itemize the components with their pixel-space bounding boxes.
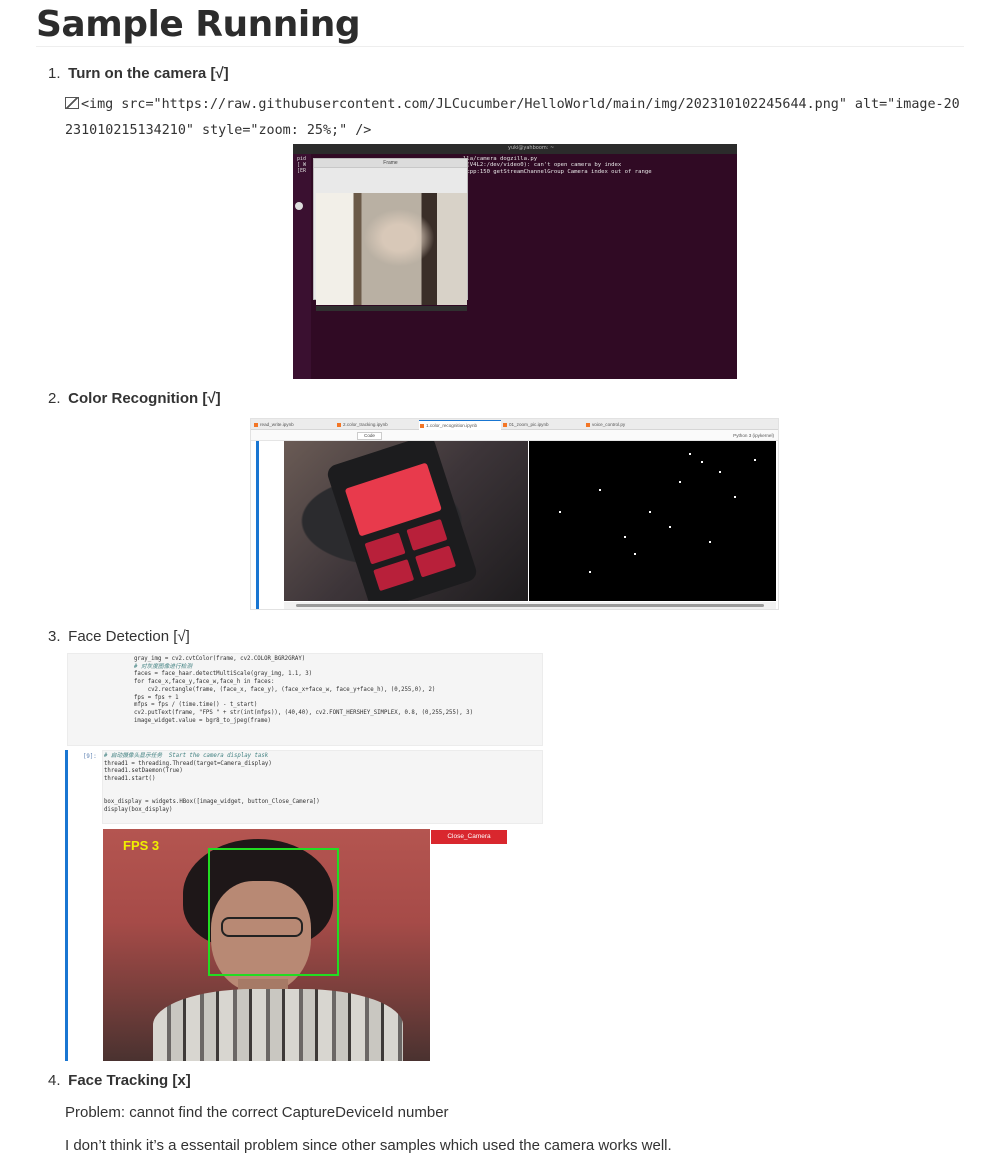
tab-voice-control: voice_control.py — [585, 420, 667, 430]
terminal-left-strip: pid [ W [ER — [293, 154, 311, 379]
terminal-titlebar: yuki@yahboom: ~ — [293, 144, 737, 154]
item-number: 3. — [48, 628, 61, 645]
notebook-toolbar: Code Python 3 (ipykernel) — [251, 430, 778, 441]
item-number: 2. — [48, 390, 61, 407]
left-line-1: pid — [297, 156, 307, 162]
code-line: # 启动摄像头显示任务 Start the camera display tas… — [104, 753, 269, 759]
mask-pixel — [719, 471, 721, 473]
phone-tile — [406, 518, 448, 551]
item-heading: Face Detection — [68, 628, 170, 645]
phone-tile — [373, 559, 415, 592]
code-cell-2: # 启动摄像头显示任务 Start the camera display tas… — [102, 750, 543, 824]
tab-color-recognition: 1.color_recognition.ipynb — [419, 420, 501, 430]
item-number: 4. — [48, 1072, 61, 1089]
camera-frame-window: Frame — [313, 158, 468, 311]
mask-pixel — [701, 461, 703, 463]
title-divider — [36, 46, 964, 47]
terminal-title: yuki@yahboom: ~ — [508, 145, 555, 151]
broken-image-text: <img src="https://raw.githubusercontent.… — [65, 97, 960, 138]
mask-pixel — [559, 511, 561, 513]
list-item-2: 2. Color Recognition [√] — [48, 390, 221, 407]
left-line-3: [ER — [297, 168, 307, 175]
face-detection-box — [208, 848, 339, 976]
broken-image-icon — [65, 97, 79, 109]
terminal-line-2: 0(V4L2:/dev/video0): can't open camera b… — [463, 162, 622, 169]
camera-status-bar — [316, 306, 467, 311]
shirt-shape — [153, 989, 403, 1061]
item-heading: Turn on the camera — [68, 65, 207, 82]
notebook-tabs: read_write.ipynb 2.color_tracking.ipynb … — [251, 419, 778, 430]
explanation-paragraph: I don’t think it’s a essentail problem s… — [65, 1137, 672, 1154]
item-number: 1. — [48, 65, 61, 82]
mask-pixel — [589, 571, 591, 573]
phone-shape — [325, 441, 479, 601]
cell-prompt: [9]: — [83, 754, 97, 760]
code-line: for face_x,face_y,face_w,face_h in faces… — [134, 679, 275, 686]
mask-pixel — [679, 481, 681, 483]
terminal-output: lla/camera dogzilla.py 0(V4L2:/dev/video… — [463, 156, 652, 175]
face-camera-image: FPS 3 — [103, 829, 430, 1061]
code-line: image_widget.value = bgr8_to_jpeg(frame) — [134, 717, 271, 724]
terminal-screenshot: yuki@yahboom: ~ pid [ W [ER lla/camera d… — [293, 144, 737, 379]
binary-mask-image — [529, 441, 776, 601]
mask-pixel — [634, 553, 636, 555]
code-line: thread1.start() — [104, 776, 156, 783]
active-cell-bar — [256, 441, 259, 609]
tab-color-tracking: 2.color_tracking.ipynb — [336, 420, 418, 430]
list-item-1: 1. Turn on the camera [√] — [48, 65, 229, 82]
mask-pixel — [709, 541, 711, 543]
close-camera-button[interactable]: Close_Camera — [431, 830, 507, 844]
list-item-3: 3. Face Detection [√] — [48, 628, 190, 645]
item-status: [√] — [202, 390, 221, 407]
terminal-line-1: lla/camera dogzilla.py — [463, 156, 538, 162]
camera-window-title: Frame — [314, 159, 467, 168]
phone-tile — [364, 532, 406, 565]
list-item-4: 4. Face Tracking [x] — [48, 1072, 191, 1089]
code-line: mfps = fps / (time.time() - t_start) — [134, 702, 258, 709]
item-status: [√] — [173, 628, 190, 645]
mask-pixel — [689, 453, 691, 455]
face-detection-screenshot: gray_img = cv2.cvtColor(frame, cv2.COLOR… — [65, 653, 544, 1061]
code-line: # 对灰度图像进行检测 — [134, 663, 193, 670]
item-heading: Color Recognition — [68, 390, 199, 407]
scrollbar-thumb — [296, 604, 764, 607]
code-line: thread1.setDaemon(True) — [104, 768, 183, 775]
active-cell-bar — [65, 750, 68, 1061]
camera-image-phone — [284, 441, 528, 601]
code-line: cv2.rectangle(frame, (face_x, face_y), (… — [134, 686, 436, 693]
camera-feed-image — [316, 193, 467, 305]
broken-image-markup: <img src="https://raw.githubusercontent.… — [65, 92, 965, 144]
left-line-2: [ W — [297, 162, 307, 169]
cell-type-select: Code — [357, 432, 382, 440]
mask-pixel — [734, 496, 736, 498]
item-status: [√] — [210, 65, 229, 82]
code-line: gray_img = cv2.cvtColor(frame, cv2.COLOR… — [134, 656, 306, 662]
code-line: box_display = widgets.HBox([image_widget… — [104, 799, 320, 806]
fps-label: FPS 3 — [123, 838, 160, 853]
code-line: cv2.putText(frame, "FPS " + str(int(mfps… — [134, 709, 473, 716]
item-heading: Face Tracking — [68, 1072, 169, 1089]
code-line: thread1 = threading.Thread(target=Camera… — [104, 760, 272, 767]
mask-pixel — [669, 526, 671, 528]
terminal-line-3: .cpp:150 getStreamChannelGroup Camera in… — [463, 168, 652, 175]
code-line: display(box_display) — [104, 806, 173, 813]
tab-read-write: read_write.ipynb — [253, 420, 335, 430]
color-recognition-screenshot: read_write.ipynb 2.color_tracking.ipynb … — [250, 418, 779, 610]
mask-pixel — [624, 536, 626, 538]
mask-pixel — [649, 511, 651, 513]
mask-pixel — [599, 489, 601, 491]
horizontal-scrollbar — [284, 602, 776, 609]
kernel-name: Python 3 (ipykernel) — [733, 433, 774, 438]
item-status: [x] — [172, 1072, 191, 1089]
tab-zoom-pic: 01_zoom_pic.ipynb — [502, 420, 584, 430]
mask-pixel — [754, 459, 756, 461]
page-title: Sample Running — [36, 4, 361, 45]
phone-tile — [415, 545, 457, 578]
problem-paragraph: Problem: cannot find the correct Capture… — [65, 1104, 449, 1121]
side-dot-icon — [295, 202, 303, 210]
code-line: fps = fps + 1 — [134, 694, 179, 701]
code-cell-1: gray_img = cv2.cvtColor(frame, cv2.COLOR… — [67, 653, 543, 746]
code-line: faces = face_haar.detectMultiScale(gray_… — [134, 671, 313, 678]
